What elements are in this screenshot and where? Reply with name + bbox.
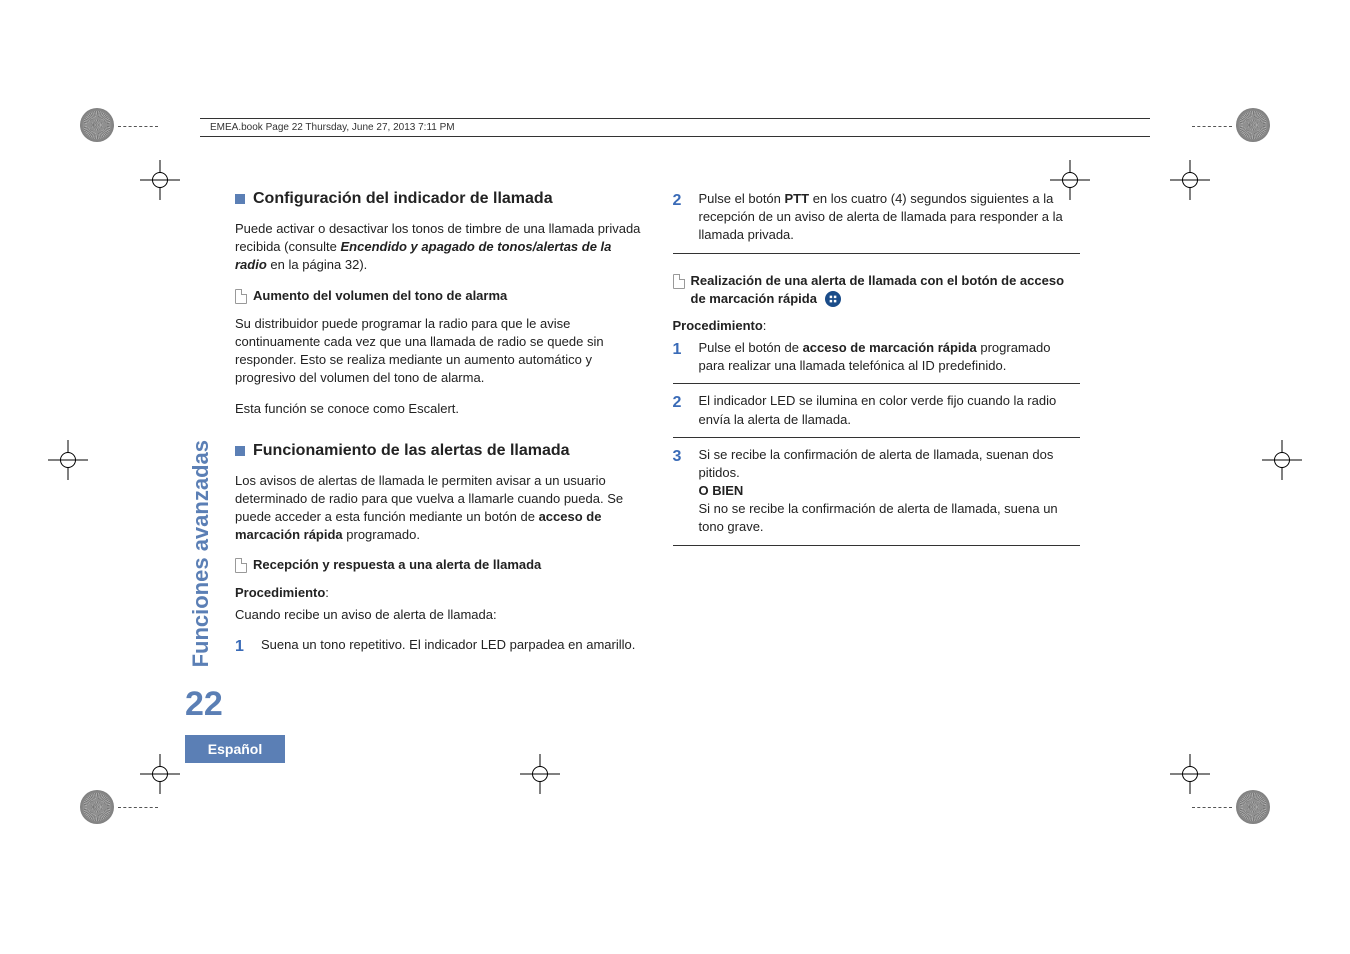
crop-guide: [118, 807, 158, 808]
page-number: 22: [185, 685, 223, 724]
registration-mark: [48, 440, 88, 480]
heading-call-alerts: Funcionamiento de las alertas de llamada: [235, 442, 643, 460]
bullet-square-icon: [235, 194, 245, 204]
registration-dial: [1236, 790, 1270, 824]
step-text: Si se recibe la confirmación de alerta d…: [699, 446, 1081, 537]
step-number: 3: [673, 446, 687, 537]
procedure-label: Procedimiento:: [235, 585, 643, 600]
section-label: Funciones avanzadas: [188, 213, 214, 440]
step-number: 2: [673, 392, 687, 428]
step-item: 3 Si se recibe la confirmación de alerta…: [673, 437, 1081, 546]
page-icon: [235, 558, 247, 573]
step-text: Suena un tono repetitivo. El indicador L…: [261, 636, 635, 658]
section-label-text: Funciones avanzadas: [188, 440, 214, 667]
subheading-make-alert: Realización de una alerta de llamada con…: [673, 272, 1081, 308]
right-column: 2 Pulse el botón PTT en los cuatro (4) s…: [673, 190, 1081, 704]
page-root: EMEA.book Page 22 Thursday, June 27, 201…: [0, 0, 1350, 954]
subheading-escalert: Aumento del volumen del tono de alarma: [235, 287, 643, 305]
registration-mark: [140, 160, 180, 200]
language-badge: Español: [185, 735, 285, 763]
registration-mark: [1170, 160, 1210, 200]
subheading-text: Recepción y respuesta a una alerta de ll…: [253, 556, 541, 574]
left-column: Configuración del indicador de llamada P…: [235, 190, 643, 704]
step-text: Pulse el botón de acceso de marcación rá…: [699, 339, 1081, 375]
registration-mark: [140, 754, 180, 794]
step-number: 1: [673, 339, 687, 375]
para-call-alerts-desc: Los avisos de alertas de llamada le perm…: [235, 472, 643, 545]
crop-guide: [118, 126, 158, 127]
steps-list-right-cont: 2 Pulse el botón PTT en los cuatro (4) s…: [673, 190, 1081, 254]
subheading-receive-respond: Recepción y respuesta a una alerta de ll…: [235, 556, 643, 574]
page-icon: [673, 274, 685, 289]
content-area: Configuración del indicador de llamada P…: [235, 190, 1080, 704]
step-number: 2: [673, 190, 687, 245]
subheading-text: Aumento del volumen del tono de alarma: [253, 287, 507, 305]
subheading-text: Realización de una alerta de llamada con…: [691, 272, 1081, 308]
page-icon: [235, 289, 247, 304]
bullet-square-icon: [235, 446, 245, 456]
step-text: El indicador LED se ilumina en color ver…: [699, 392, 1081, 428]
procedure-label: Procedimiento:: [673, 318, 1081, 333]
registration-dial: [80, 108, 114, 142]
step-item: 2 El indicador LED se ilumina en color v…: [673, 383, 1081, 436]
para-tones: Puede activar o desactivar los tonos de …: [235, 220, 643, 275]
registration-mark: [1262, 440, 1302, 480]
heading-text: Funcionamiento de las alertas de llamada: [253, 442, 570, 460]
para-escalert-desc: Su distribuidor puede programar la radio…: [235, 315, 643, 388]
header-rule-bottom: [200, 136, 1150, 137]
header-rule-top: [200, 118, 1150, 119]
step-number: 1: [235, 636, 249, 658]
crop-guide: [1192, 807, 1232, 808]
header-page-info: EMEA.book Page 22 Thursday, June 27, 201…: [210, 122, 455, 133]
heading-text: Configuración del indicador de llamada: [253, 190, 553, 208]
para-escalert-name: Esta función se conoce como Escalert.: [235, 400, 643, 418]
crop-guide: [1192, 126, 1232, 127]
registration-mark: [520, 754, 560, 794]
procedure-intro: Cuando recibe un aviso de alerta de llam…: [235, 606, 643, 624]
step-text: Pulse el botón PTT en los cuatro (4) seg…: [699, 190, 1081, 245]
quick-dial-icon: [825, 291, 841, 307]
heading-config-indicator: Configuración del indicador de llamada: [235, 190, 643, 208]
registration-dial: [80, 790, 114, 824]
step-item: 1 Suena un tono repetitivo. El indicador…: [235, 628, 643, 666]
registration-mark: [1170, 754, 1210, 794]
steps-list-right: 1 Pulse el botón de acceso de marcación …: [673, 339, 1081, 546]
steps-list-left: 1 Suena un tono repetitivo. El indicador…: [235, 628, 643, 666]
step-item: 2 Pulse el botón PTT en los cuatro (4) s…: [673, 190, 1081, 254]
registration-dial: [1236, 108, 1270, 142]
step-item: 1 Pulse el botón de acceso de marcación …: [673, 339, 1081, 383]
